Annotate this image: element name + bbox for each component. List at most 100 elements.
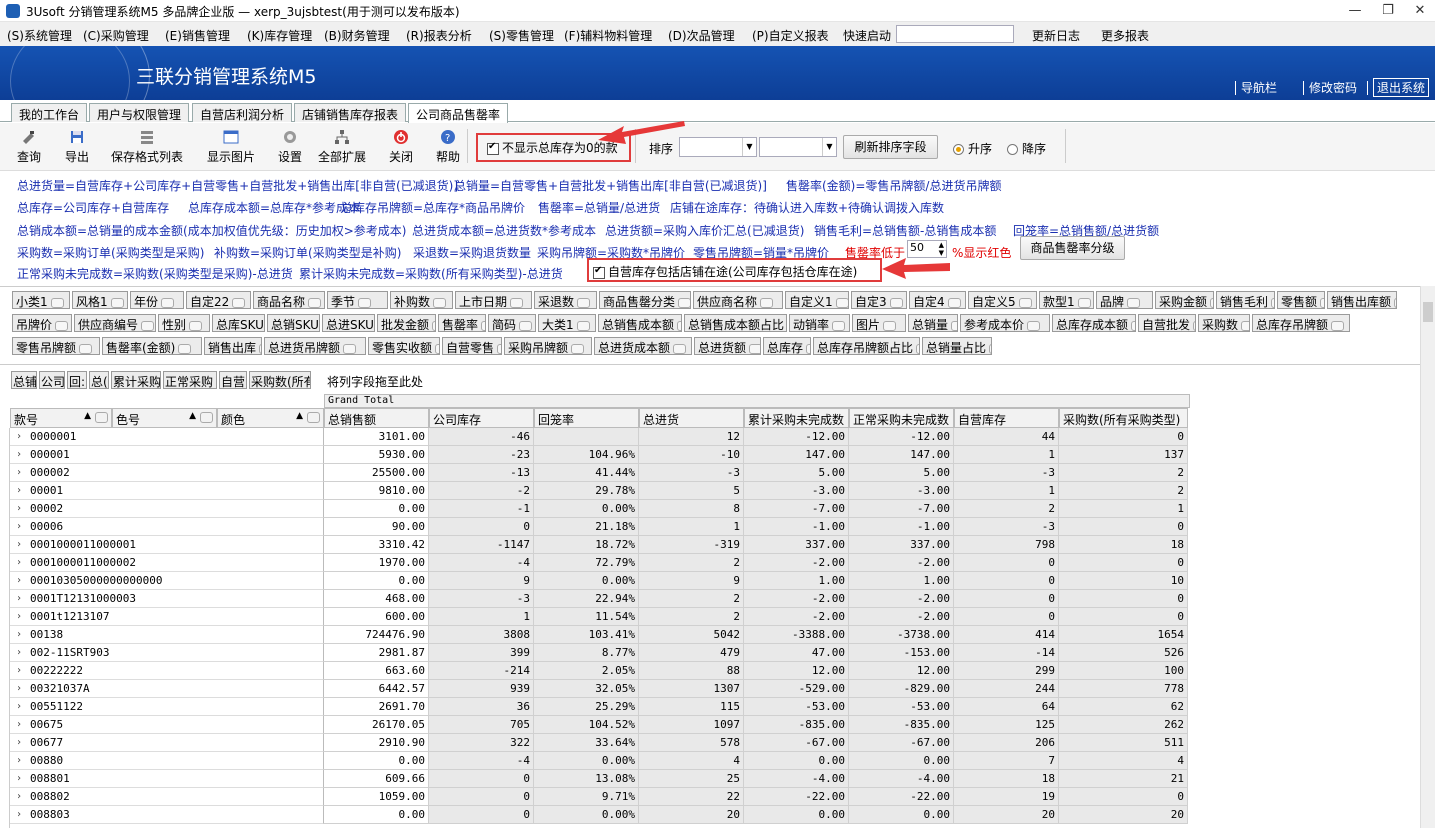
table-row[interactable]: › 0001000011000002 xyxy=(10,554,324,572)
column-header[interactable]: 累计采购未完成数 xyxy=(744,408,849,428)
filter-dropdown-icon[interactable] xyxy=(1077,297,1091,308)
ascending-radio[interactable]: 升序 xyxy=(953,140,992,157)
expand-chevron-icon[interactable]: › xyxy=(16,806,22,823)
table-row[interactable]: › 008803 xyxy=(10,806,324,824)
expand-chevron-icon[interactable]: › xyxy=(16,554,22,571)
row-header-color[interactable]: 颜色 ▲ xyxy=(217,408,324,428)
refresh-sort-button[interactable]: 刷新排序字段 xyxy=(843,135,938,159)
scrollbar-thumb[interactable] xyxy=(1423,302,1433,322)
expand-chevron-icon[interactable]: › xyxy=(16,788,22,805)
filter-dropdown-icon[interactable] xyxy=(677,320,681,331)
expand-chevron-icon[interactable]: › xyxy=(16,734,22,751)
grade-button[interactable]: 商品售罄率分级 xyxy=(1020,236,1125,260)
field-pill[interactable]: 采购吊牌额 xyxy=(504,337,592,355)
filter-dropdown-icon[interactable] xyxy=(835,297,848,308)
table-row[interactable]: › 002-11SRT903 xyxy=(10,644,324,662)
field-pill[interactable]: 总库SKU xyxy=(212,314,265,332)
radio-unselected[interactable] xyxy=(1007,144,1018,155)
field-pill[interactable]: 供应商编号 xyxy=(74,314,156,332)
expand-chevron-icon[interactable]: › xyxy=(16,464,22,481)
field-pill[interactable]: 自营零售 xyxy=(442,337,502,355)
tab-store-sales[interactable]: 店铺销售库存报表 xyxy=(294,103,407,122)
field-pill[interactable]: 采退数 xyxy=(534,291,597,309)
filter-dropdown-icon[interactable] xyxy=(308,297,322,308)
field-pill[interactable]: 自定义1 xyxy=(785,291,849,309)
filter-dropdown-icon[interactable] xyxy=(432,320,435,331)
expand-chevron-icon[interactable]: › xyxy=(16,716,22,733)
table-row[interactable]: › 008802 xyxy=(10,788,324,806)
field-pill[interactable]: 自定3 xyxy=(851,291,907,309)
menu-finance[interactable]: (B)财务管理 xyxy=(324,27,390,44)
expand-chevron-icon[interactable]: › xyxy=(16,770,22,787)
filter-dropdown-icon[interactable] xyxy=(951,320,957,331)
field-pill[interactable]: 总进货成本额 xyxy=(594,337,692,355)
field-pill[interactable]: 总进货吊牌额 xyxy=(264,337,366,355)
field-pill[interactable]: 供应商名称 xyxy=(693,291,783,309)
field-pill[interactable]: 简码 xyxy=(488,314,536,332)
export-button[interactable]: 导出 xyxy=(65,129,89,165)
filter-dropdown-icon[interactable] xyxy=(481,320,485,331)
field-pill[interactable]: 零售实收额 xyxy=(368,337,440,355)
filter-dropdown-icon[interactable] xyxy=(307,412,320,423)
filter-dropdown-icon[interactable] xyxy=(55,320,69,331)
filter-dropdown-icon[interactable] xyxy=(1331,320,1345,331)
row-header-color-no[interactable]: 色号 ▲ xyxy=(112,408,217,428)
column-field-pill[interactable]: 自营 xyxy=(219,371,247,389)
filter-dropdown-icon[interactable] xyxy=(1320,297,1324,308)
table-row[interactable]: › 00677 xyxy=(10,734,324,752)
table-row[interactable]: › 00010305000000000000 xyxy=(10,572,324,590)
field-pill[interactable]: 售罄率(金额) xyxy=(102,337,202,355)
menu-more-reports[interactable]: 更多报表 xyxy=(1101,27,1149,44)
menu-purchase[interactable]: (C)采购管理 xyxy=(83,27,149,44)
tab-workbench[interactable]: 我的工作台 xyxy=(11,103,88,122)
quick-launch-input[interactable] xyxy=(896,25,1014,43)
column-header[interactable]: 回笼率 xyxy=(534,408,639,428)
field-pill[interactable]: 总销售成本额 xyxy=(598,314,682,332)
filter-dropdown-icon[interactable] xyxy=(576,320,590,331)
field-pill[interactable]: 总销量 xyxy=(908,314,958,332)
column-header[interactable]: 总销售额 xyxy=(324,408,429,428)
expand-chevron-icon[interactable]: › xyxy=(16,590,22,607)
field-pill[interactable]: 总进货额 xyxy=(694,337,761,355)
menu-defective[interactable]: (D)次品管理 xyxy=(668,27,735,44)
field-pill[interactable]: 品牌 xyxy=(1096,291,1153,309)
query-button[interactable]: 查询 xyxy=(17,129,41,165)
field-pill[interactable]: 参考成本价 xyxy=(960,314,1050,332)
field-pill[interactable]: 小类1 xyxy=(12,291,70,309)
filter-dropdown-icon[interactable] xyxy=(760,297,774,308)
filter-dropdown-icon[interactable] xyxy=(832,320,846,331)
table-row[interactable]: › 00002 xyxy=(10,500,324,518)
filter-dropdown-icon[interactable] xyxy=(1027,320,1041,331)
filter-dropdown-icon[interactable] xyxy=(1394,297,1396,308)
menu-system[interactable]: (S)系统管理 xyxy=(7,27,72,44)
row-header-style-no[interactable]: 款号 ▲ xyxy=(10,408,112,428)
sort-field-select-1[interactable]: ▼ xyxy=(679,137,757,157)
table-row[interactable]: › 00675 xyxy=(10,716,324,734)
expand-chevron-icon[interactable]: › xyxy=(16,698,22,715)
field-pill[interactable]: 年份 xyxy=(130,291,184,309)
field-pill[interactable]: 自营批发 xyxy=(1138,314,1196,332)
tab-store-profit[interactable]: 自营店利润分析 xyxy=(192,103,293,122)
field-pill[interactable]: 自定4 xyxy=(909,291,966,309)
column-field-pill[interactable]: 回: xyxy=(67,371,87,389)
table-row[interactable]: › 00222222 xyxy=(10,662,324,680)
column-header[interactable]: 自营库存 xyxy=(954,408,1059,428)
field-pill[interactable]: 自定22 xyxy=(186,291,251,309)
column-header[interactable]: 公司库存 xyxy=(429,408,534,428)
help-button[interactable]: ? 帮助 xyxy=(436,129,460,165)
table-row[interactable]: › 000002 xyxy=(10,464,324,482)
filter-dropdown-icon[interactable] xyxy=(947,297,961,308)
field-pill[interactable]: 吊牌价 xyxy=(12,314,72,332)
column-header[interactable]: 正常采购未完成数 xyxy=(849,408,954,428)
filter-dropdown-icon[interactable] xyxy=(343,343,357,354)
column-field-pill[interactable]: 采购数(所有 xyxy=(249,371,311,389)
field-pill[interactable]: 自定义5 xyxy=(968,291,1037,309)
field-pill[interactable]: 采购金额 xyxy=(1155,291,1214,309)
menu-inventory[interactable]: (K)库存管理 xyxy=(247,27,312,44)
table-row[interactable]: › 00006 xyxy=(10,518,324,536)
filter-dropdown-icon[interactable] xyxy=(95,412,108,423)
table-row[interactable]: › 00551122 xyxy=(10,698,324,716)
expand-chevron-icon[interactable]: › xyxy=(16,500,22,517)
table-row[interactable]: › 0001t1213107 xyxy=(10,608,324,626)
filter-dropdown-icon[interactable] xyxy=(358,297,372,308)
